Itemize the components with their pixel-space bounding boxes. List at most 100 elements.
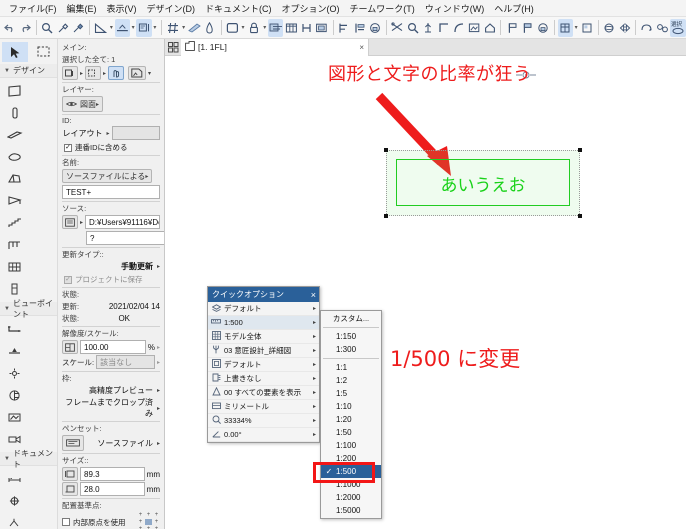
- scale-item-b-0[interactable]: 1:1: [321, 361, 381, 374]
- size-height-field[interactable]: 28.0: [80, 482, 145, 496]
- menu-window[interactable]: ウィンドウ(W): [420, 1, 490, 16]
- size-width-field[interactable]: 89.3: [80, 467, 145, 481]
- hand-icon[interactable]: [108, 66, 125, 80]
- detail-icon[interactable]: [0, 406, 29, 428]
- chevron-right-icon[interactable]: ▸: [313, 361, 316, 368]
- tool-section-document-header[interactable]: ▼ ドキュメント: [0, 449, 57, 469]
- document-tab[interactable]: [1. 1FL] ×: [181, 38, 369, 56]
- scale-item-b-3[interactable]: 1:10: [321, 400, 381, 413]
- chevron-right-icon[interactable]: ▸: [313, 305, 316, 312]
- chevron-right-icon[interactable]: ▸: [313, 375, 316, 382]
- lock-group-icon[interactable]: [367, 19, 382, 37]
- inject-icon[interactable]: [71, 19, 86, 37]
- railing-icon[interactable]: [0, 234, 29, 256]
- chevron-down-icon[interactable]: ▾: [180, 19, 186, 37]
- table-icon[interactable]: [283, 19, 298, 37]
- home-icon[interactable]: [482, 19, 497, 37]
- scale-item-b-6[interactable]: 1:100: [321, 439, 381, 452]
- chevron-right-icon[interactable]: ▸: [313, 319, 316, 326]
- menu-document[interactable]: ドキュメント(C): [200, 1, 277, 16]
- handle-bl[interactable]: [384, 214, 388, 218]
- section-icon[interactable]: [0, 318, 29, 340]
- solid-icon[interactable]: [557, 18, 573, 37]
- chevron-right-icon[interactable]: ▸: [157, 263, 160, 270]
- beam-icon[interactable]: [0, 124, 29, 146]
- settings-icon[interactable]: [62, 66, 78, 80]
- mirror-icon[interactable]: [617, 19, 632, 37]
- curve-icon[interactable]: [451, 19, 466, 37]
- perspective-icon[interactable]: [655, 19, 670, 37]
- quick-option-item-6[interactable]: 00 すべての要素を表示 ▸: [208, 386, 319, 400]
- snap-guide-icon[interactable]: [187, 19, 202, 37]
- quick-option-item-2[interactable]: モデル全体 ▸: [208, 330, 319, 344]
- close-icon[interactable]: ×: [311, 290, 316, 300]
- chevron-right-icon[interactable]: ▸: [157, 440, 160, 447]
- menu-teamwork[interactable]: チームワーク(T): [345, 1, 420, 16]
- redo-icon[interactable]: [17, 19, 32, 37]
- anchor-tc[interactable]: +: [145, 512, 152, 518]
- split-icon[interactable]: [390, 19, 405, 37]
- undo-icon[interactable]: [2, 19, 17, 37]
- orbit-icon[interactable]: [639, 19, 654, 37]
- chevron-right-icon[interactable]: ▸: [313, 431, 316, 438]
- scale-item-a-0[interactable]: 1:150: [321, 330, 381, 343]
- source-sub-field[interactable]: ?: [86, 231, 164, 245]
- quick-option-item-4[interactable]: デフォルト ▸: [208, 358, 319, 372]
- measure-icon[interactable]: [93, 19, 108, 37]
- anchor-tl[interactable]: +: [137, 512, 144, 518]
- chevron-right-icon[interactable]: ▸: [103, 70, 106, 77]
- scale-item-b-5[interactable]: 1:50: [321, 426, 381, 439]
- element-text[interactable]: あいうえお: [396, 171, 570, 196]
- quick-option-item-9[interactable]: 0.00° ▸: [208, 428, 319, 442]
- anchor-tr[interactable]: +: [153, 512, 160, 518]
- mesh-icon[interactable]: [0, 190, 29, 212]
- menu-options[interactable]: オプション(O): [277, 1, 345, 16]
- chevron-right-icon[interactable]: ▸: [313, 417, 316, 424]
- align-dist-icon[interactable]: [352, 19, 367, 37]
- corner-icon[interactable]: [436, 19, 451, 37]
- radial-dim-icon[interactable]: [0, 490, 29, 512]
- flag-icon[interactable]: [504, 19, 519, 37]
- chevron-right-icon[interactable]: ▸: [313, 403, 316, 410]
- tree-icon[interactable]: [420, 19, 435, 37]
- slab-icon[interactable]: [0, 146, 29, 168]
- dimension-icon[interactable]: [136, 18, 152, 37]
- chevron-right-icon[interactable]: ▸: [313, 389, 316, 396]
- penset-value[interactable]: ソースファイル: [86, 438, 155, 449]
- pointer-icon[interactable]: [85, 66, 102, 80]
- solid-cut-icon[interactable]: [579, 19, 594, 37]
- select-label-icon[interactable]: 選択: [670, 18, 686, 37]
- trace-icon[interactable]: [267, 18, 284, 37]
- flag-lock-icon[interactable]: [535, 19, 550, 37]
- column-icon[interactable]: [0, 102, 29, 124]
- chevron-down-icon[interactable]: ▾: [108, 19, 114, 37]
- anchor-mc[interactable]: [145, 519, 152, 525]
- align-left-icon[interactable]: [337, 19, 352, 37]
- anchor-point-grid[interactable]: + + + + + + + +: [137, 512, 160, 529]
- worksheet-icon[interactable]: [0, 384, 29, 406]
- quick-option-item-1[interactable]: 1:500 ▸: [208, 316, 319, 330]
- handle-br[interactable]: [578, 214, 582, 218]
- select-arrow-icon[interactable]: [2, 42, 28, 62]
- drawing-icon[interactable]: [128, 66, 147, 80]
- chevron-down-icon[interactable]: ▾: [152, 19, 158, 37]
- scale-item-b-4[interactable]: 1:20: [321, 413, 381, 426]
- elevation-icon[interactable]: [114, 18, 130, 37]
- scale-item-c-0[interactable]: 1:1000: [321, 478, 381, 491]
- chevron-right-icon[interactable]: ▸: [157, 405, 160, 412]
- name-field[interactable]: TEST+: [62, 185, 160, 199]
- sequential-id-checkbox[interactable]: ✓ 連番IDに含める: [64, 142, 160, 153]
- chevron-right-icon[interactable]: ▸: [313, 347, 316, 354]
- update-type-value[interactable]: 手動更新: [62, 261, 155, 272]
- frame-preview-value[interactable]: 高精度プレビュー: [62, 385, 155, 396]
- resolution-mode-icon[interactable]: [62, 340, 78, 354]
- quick-option-item-7[interactable]: ミリメートル ▸: [208, 400, 319, 414]
- zoom-select-icon[interactable]: [40, 19, 55, 37]
- quick-options-titlebar[interactable]: クイックオプション ×: [208, 287, 319, 302]
- chevron-right-icon[interactable]: ▾: [148, 70, 151, 77]
- frame-crop-value[interactable]: フレームまでクロップ済み: [62, 397, 155, 419]
- level-dim-icon[interactable]: [0, 512, 29, 529]
- quick-option-item-5[interactable]: 上書きなし ▸: [208, 372, 319, 386]
- anchor-ml[interactable]: +: [137, 519, 144, 525]
- chevron-right-icon[interactable]: ▸: [157, 387, 160, 394]
